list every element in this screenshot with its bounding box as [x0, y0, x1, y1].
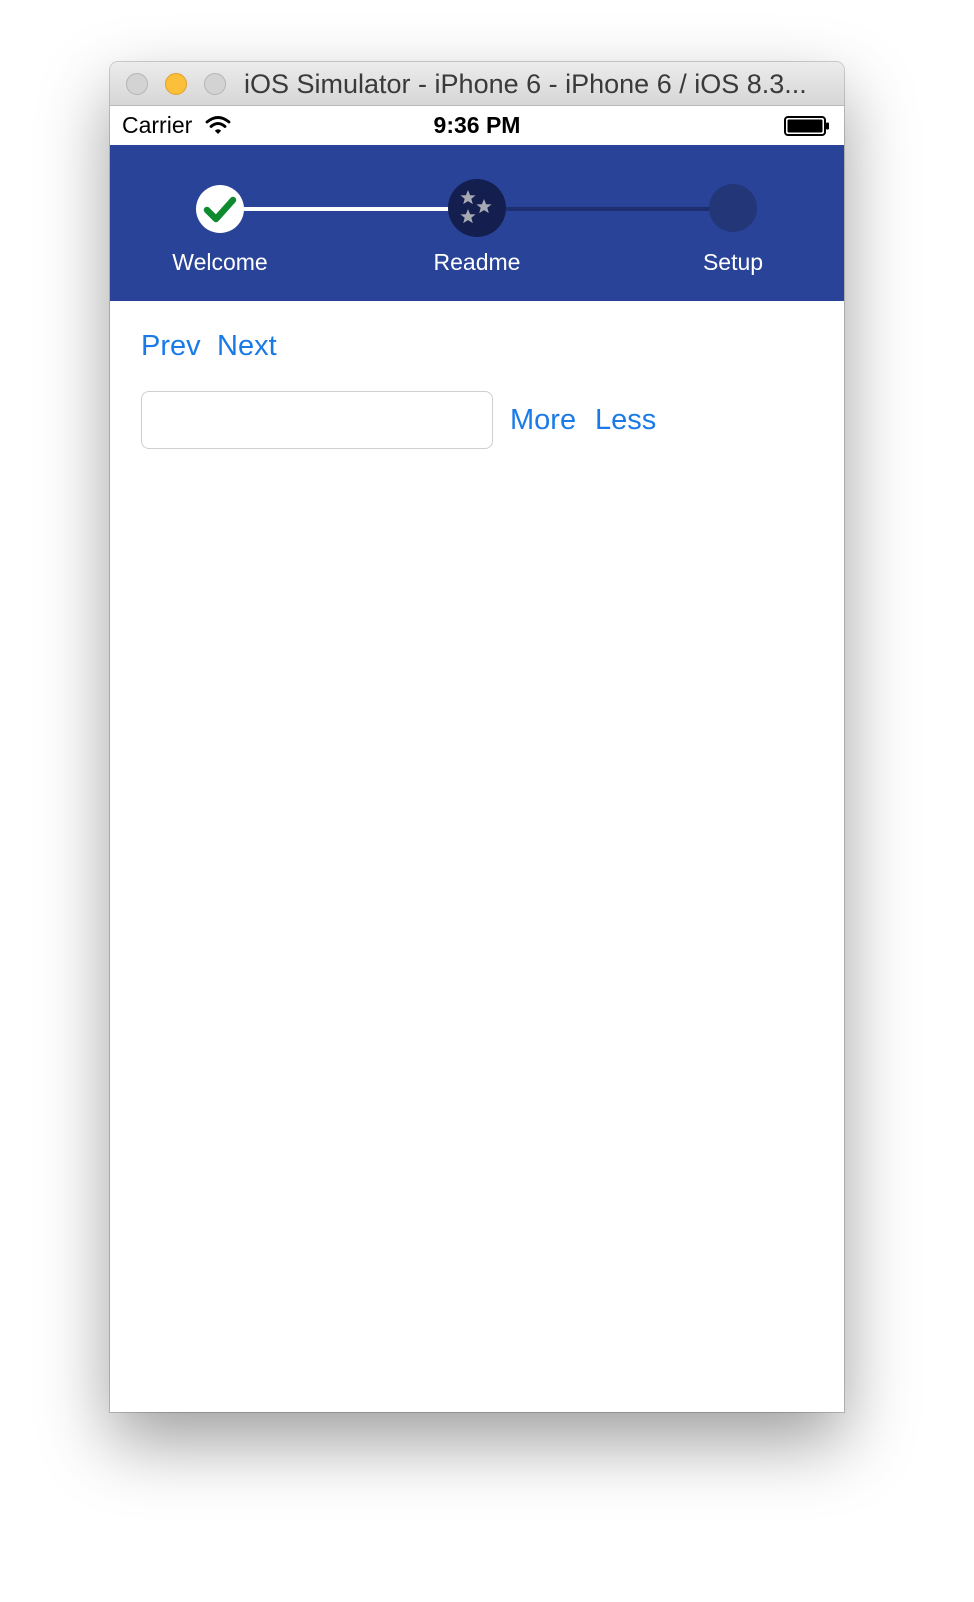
step-setup-indicator[interactable] — [709, 184, 757, 232]
step-readme-label: Readme — [433, 249, 521, 275]
battery-icon — [784, 116, 829, 136]
step-connector-pending — [476, 207, 733, 211]
status-time: 9:36 PM — [433, 112, 521, 138]
less-button[interactable]: Less — [595, 404, 656, 437]
text-field[interactable] — [141, 391, 493, 449]
checkmark-icon — [203, 196, 237, 223]
step-connector-completed — [220, 207, 476, 211]
close-window-button[interactable] — [126, 73, 148, 95]
window-titlebar[interactable]: iOS Simulator - iPhone 6 - iPhone 6 / iO… — [110, 62, 844, 106]
progress-stepper: Welcome Readme Setup — [110, 145, 844, 301]
step-welcome-label: Welcome — [172, 249, 268, 275]
more-button[interactable]: More — [510, 404, 576, 437]
step-welcome-indicator[interactable] — [196, 185, 244, 233]
step-setup-label: Setup — [702, 249, 764, 275]
window-title: iOS Simulator - iPhone 6 - iPhone 6 / iO… — [244, 69, 807, 99]
prev-button[interactable]: Prev — [141, 330, 201, 363]
ios-status-bar: Carrier 9:36 PM — [110, 106, 844, 145]
zoom-window-button[interactable] — [204, 73, 226, 95]
simulator-window: iOS Simulator - iPhone 6 - iPhone 6 / iO… — [110, 62, 844, 1412]
screenshot-stage: iOS Simulator - iPhone 6 - iPhone 6 / iO… — [0, 0, 974, 1602]
minimize-window-button[interactable] — [165, 73, 187, 95]
step-readme-indicator[interactable] — [448, 179, 506, 237]
next-button[interactable]: Next — [217, 330, 277, 363]
stars-icon — [460, 190, 492, 224]
